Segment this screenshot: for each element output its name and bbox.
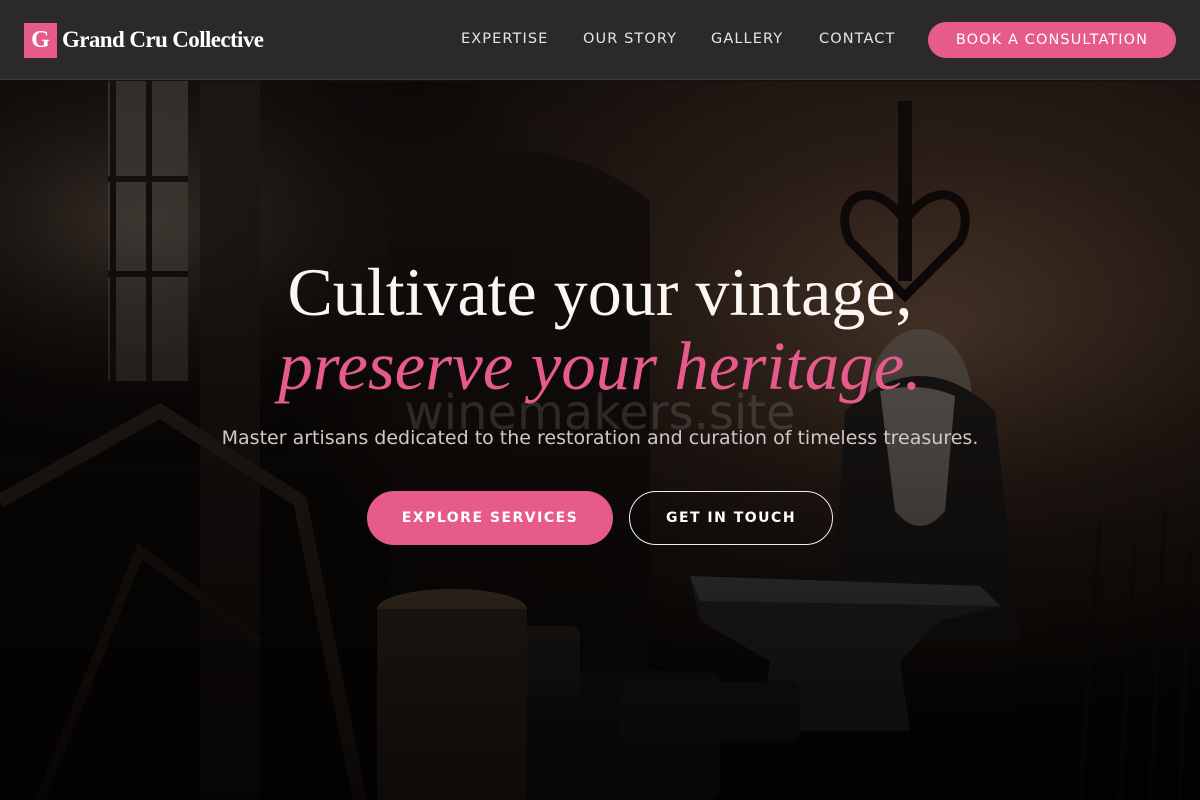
hero: Cultivate your vintage, winemakers.site … [0, 81, 1200, 800]
logo-mark: G [24, 22, 57, 58]
explore-services-button[interactable]: EXPLORE SERVICES [367, 491, 613, 545]
nav-expertise[interactable]: EXPERTISE [461, 31, 548, 47]
site-header: G Grand Cru Collective EXPERTISE OUR STO… [0, 0, 1200, 80]
hero-headline-line2: preserve your heritage. [278, 328, 922, 404]
book-consultation-button[interactable]: BOOK A CONSULTATION [928, 22, 1176, 58]
brand-name: Grand Cru Collective [62, 27, 264, 52]
nav-gallery[interactable]: GALLERY [711, 31, 783, 47]
nav-our-story[interactable]: OUR STORY [583, 31, 677, 47]
nav-contact[interactable]: CONTACT [819, 31, 895, 47]
hero-headline-line1: Cultivate your vintage, [287, 254, 913, 330]
get-in-touch-button[interactable]: GET IN TOUCH [629, 491, 833, 545]
brand[interactable]: G Grand Cru Collective [24, 22, 264, 58]
hero-subtitle: Master artisans dedicated to the restora… [221, 427, 979, 449]
